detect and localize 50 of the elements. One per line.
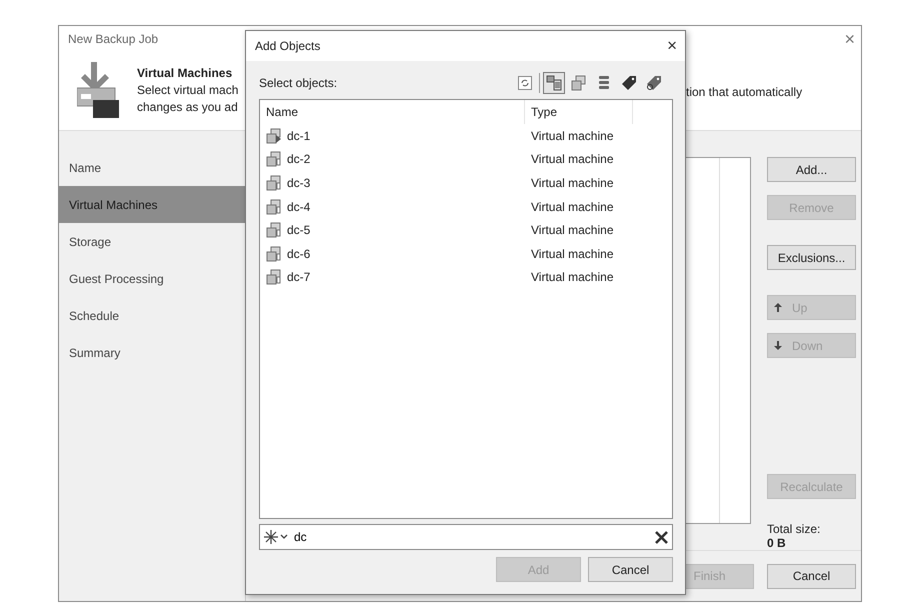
close-button[interactable]: ×: [844, 30, 855, 48]
wizard-step[interactable]: Guest Processing: [59, 260, 245, 297]
clear-icon[interactable]: [655, 530, 668, 544]
tags-icon: [646, 75, 662, 91]
select-objects-label: Select objects:: [259, 76, 338, 90]
vm-icon: [571, 75, 587, 91]
arrow-down-icon: [774, 341, 782, 350]
close-button[interactable]: ×: [667, 36, 677, 56]
table-cell-text: Virtual machine: [530, 176, 614, 190]
wizard-step[interactable]: Virtual Machines: [59, 186, 245, 223]
total-size-value: 0 B: [767, 536, 787, 550]
page-title: Virtual Machines: [137, 66, 234, 80]
page-description: tion that automatically: [686, 85, 802, 100]
vm-download-icon: [77, 62, 119, 120]
table-cell-text: Virtual machine: [530, 270, 614, 284]
wizard-step[interactable]: Summary: [59, 334, 245, 371]
view-button[interactable]: [543, 72, 565, 94]
dialog-title: Add Objects: [255, 39, 320, 53]
window-title: New Backup Job: [68, 32, 158, 46]
vm-name[interactable]: dc-6: [287, 246, 310, 261]
table-cell-text: Virtual machine: [530, 223, 614, 238]
vm-name[interactable]: dc-5: [287, 223, 310, 238]
footer-button[interactable]: Cancel: [767, 564, 856, 588]
table-cell-text: Virtual machine: [530, 152, 614, 166]
page-description: changes as you ad: [137, 100, 239, 114]
vm-name[interactable]: dc-2: [287, 152, 310, 166]
wizard-step[interactable]: Storage: [59, 223, 245, 260]
tag-icon: [621, 75, 637, 91]
refresh-icon: [518, 76, 532, 90]
arrow-up-icon: [774, 303, 782, 312]
table-cell-text: Virtual machine: [530, 128, 614, 143]
page-description: Select virtual mach: [137, 83, 240, 98]
action-button[interactable]: Add...: [767, 157, 856, 182]
search-box[interactable]: dc: [259, 524, 673, 550]
column-header[interactable]: Type: [525, 100, 633, 124]
action-button[interactable]: Exclusions...: [767, 245, 856, 270]
vm-name[interactable]: dc-4: [287, 200, 310, 214]
table-cell-text: Virtual machine: [530, 246, 614, 261]
total-size-label: Total size:: [767, 522, 822, 536]
table-cell-text: Virtual machine: [530, 200, 614, 214]
vm-name[interactable]: dc-7: [287, 270, 310, 284]
search-field[interactable]: dc: [294, 530, 649, 544]
wizard-step[interactable]: Schedule: [59, 297, 245, 334]
column-header[interactable]: Name: [260, 100, 525, 124]
wizard-step[interactable]: Name: [59, 149, 245, 186]
filter-icon: [264, 530, 288, 544]
database-icon: [598, 75, 610, 91]
dialog-button[interactable]: Cancel: [588, 557, 673, 582]
vm-name[interactable]: dc-3: [287, 176, 310, 190]
vm-name[interactable]: dc-1: [287, 128, 310, 143]
